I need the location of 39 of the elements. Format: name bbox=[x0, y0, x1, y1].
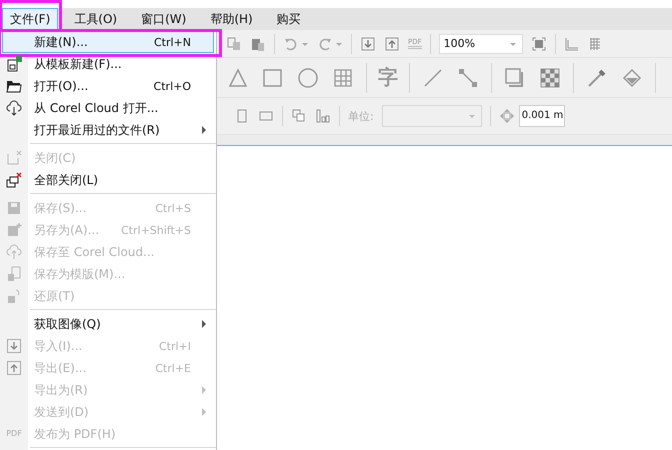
floppy-disk-plus-icon bbox=[6, 222, 22, 238]
full-screen-icon[interactable] bbox=[530, 36, 547, 52]
export-icon[interactable] bbox=[384, 36, 400, 52]
menu-item[interactable]: 打开最近用过的文件(R) bbox=[28, 119, 214, 141]
close-all-icon bbox=[6, 172, 22, 188]
nudge-field[interactable]: 0.001 m bbox=[518, 105, 566, 127]
close-document-icon bbox=[6, 150, 22, 166]
menu-title[interactable]: 窗口(W) bbox=[133, 8, 194, 30]
menu-title[interactable]: 工具(O) bbox=[66, 8, 126, 30]
menu-title[interactable]: 购买 bbox=[268, 8, 309, 30]
menu-item[interactable]: 从 Corel Cloud 打开... bbox=[28, 97, 214, 119]
unit-dropdown[interactable] bbox=[382, 105, 482, 127]
menu-item[interactable]: 获取图像(Q) bbox=[28, 313, 214, 335]
revert-icon bbox=[6, 288, 22, 304]
import-icon bbox=[6, 338, 22, 354]
ruler-icon[interactable] bbox=[564, 36, 580, 52]
cloud-upload-icon bbox=[6, 244, 22, 260]
save-template-icon bbox=[6, 266, 22, 282]
pdf-icon: PDF bbox=[6, 430, 22, 438]
menu-item[interactable]: 全部关闭(L) bbox=[28, 169, 214, 191]
transparency-tool-icon[interactable] bbox=[538, 66, 562, 90]
menu-title[interactable]: 帮助(H) bbox=[202, 8, 261, 30]
ellipse-tool-icon[interactable] bbox=[296, 66, 320, 90]
unit-label: 单位: bbox=[348, 108, 374, 124]
menu-item[interactable]: 从模板新建(F)... bbox=[28, 53, 214, 75]
pages-icon[interactable] bbox=[291, 108, 307, 124]
menu-item[interactable]: 打开(O)... Ctrl+O bbox=[28, 75, 214, 97]
menu-item[interactable]: 新建(N)... Ctrl+N bbox=[2, 31, 214, 53]
zoom-field[interactable]: 100% bbox=[438, 34, 523, 54]
folder-icon bbox=[6, 78, 22, 94]
export-icon bbox=[6, 360, 22, 376]
cloud-download-icon bbox=[6, 100, 22, 116]
template-icon bbox=[6, 56, 22, 72]
copy-icon[interactable] bbox=[226, 36, 242, 52]
nudge-icon bbox=[498, 108, 515, 124]
page-layout-icon[interactable] bbox=[315, 108, 331, 124]
menu-title[interactable]: 文件(F) bbox=[2, 8, 58, 30]
caret-icon[interactable] bbox=[468, 112, 476, 120]
import-icon[interactable] bbox=[360, 36, 376, 52]
